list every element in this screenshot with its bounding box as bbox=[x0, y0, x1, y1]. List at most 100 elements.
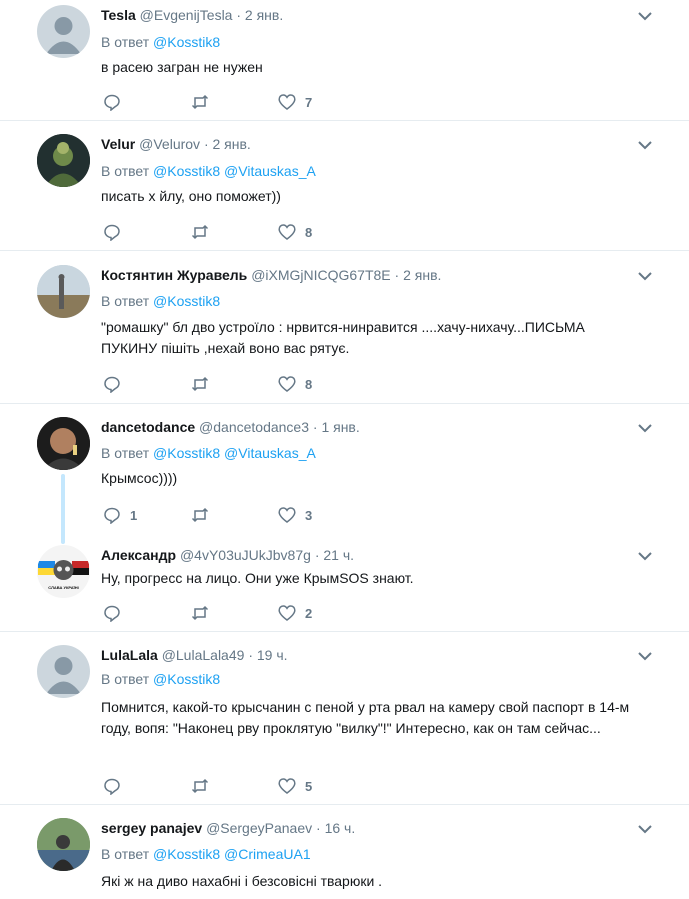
retweet-icon bbox=[191, 94, 209, 110]
author-handle[interactable]: @Velurov bbox=[139, 136, 200, 152]
reply-context: В ответ @Kosstik8 @CrimeaUA1 bbox=[101, 846, 311, 862]
avatar-caption: СЛАВА УКРАЇНІ bbox=[48, 585, 79, 590]
tweet-text: писать х йлу, оно поможет)) bbox=[101, 188, 281, 204]
avatar[interactable]: СЛАВА УКРАЇНІ bbox=[37, 545, 90, 598]
like-icon bbox=[278, 507, 296, 523]
retweet-button[interactable] bbox=[191, 505, 209, 525]
reply-icon bbox=[104, 778, 120, 795]
like-icon bbox=[278, 778, 296, 794]
reply-button[interactable] bbox=[103, 603, 130, 623]
like-count: 7 bbox=[305, 94, 313, 110]
chevron-down-icon[interactable] bbox=[637, 9, 653, 23]
author-handle[interactable]: @LulaLala49 bbox=[162, 647, 245, 663]
like-icon bbox=[278, 605, 296, 621]
reply-context: В ответ @Kosstik8 @Vitauskas_A bbox=[101, 163, 316, 179]
chevron-down-icon[interactable] bbox=[637, 269, 653, 283]
reply-button[interactable]: 1 bbox=[103, 505, 137, 525]
author-name[interactable]: Александр bbox=[101, 547, 176, 563]
tweet-text: Які ж на диво нахабні і безсовісні тварю… bbox=[101, 873, 383, 889]
reply-button[interactable] bbox=[103, 374, 130, 394]
tweet-text: "ромашку" бл дво устроїло : нрвится-нинр… bbox=[101, 319, 585, 356]
tweet-text: Ну, прогресс на лицо. Они уже КрымSOS зн… bbox=[101, 570, 414, 586]
avatar[interactable] bbox=[37, 134, 90, 187]
avatar-default[interactable] bbox=[37, 645, 90, 698]
like-count: 2 bbox=[305, 605, 313, 621]
chevron-down-icon[interactable] bbox=[637, 822, 653, 836]
mention-link[interactable]: @Kosstik8 bbox=[153, 445, 220, 461]
avatar-default[interactable] bbox=[37, 5, 90, 58]
author-handle[interactable]: @4vY03uJUkJbv87g bbox=[180, 547, 311, 563]
like-count: 5 bbox=[305, 778, 313, 794]
author-name[interactable]: dancetodance bbox=[101, 419, 195, 435]
tweet[interactable]: sergey panajev @SergeyPanaev · 16 ч. В о… bbox=[0, 805, 689, 899]
tweet-time[interactable]: · 2 янв. bbox=[395, 267, 442, 283]
avatar[interactable] bbox=[37, 417, 90, 470]
reply-icon bbox=[104, 94, 120, 111]
tweet[interactable]: Костянтин Журавель @iXMGjNICQG67T8E · 2 … bbox=[0, 251, 689, 404]
chevron-down-icon[interactable] bbox=[637, 138, 653, 152]
reply-context: В ответ @Kosstik8 bbox=[101, 293, 221, 309]
tweet-time[interactable]: · 2 янв. bbox=[236, 7, 283, 23]
tweet[interactable]: Velur @Velurov · 2 янв. В ответ @Kosstik… bbox=[0, 121, 689, 251]
like-button[interactable]: 8 bbox=[278, 222, 312, 242]
mention-link[interactable]: @Kosstik8 bbox=[153, 293, 220, 309]
chevron-down-icon[interactable] bbox=[637, 421, 653, 435]
reply-button[interactable] bbox=[103, 92, 130, 112]
author-handle[interactable]: @dancetodance3 bbox=[199, 419, 309, 435]
mention-link[interactable]: @Vitauskas_A bbox=[224, 163, 316, 179]
reply-icon bbox=[104, 507, 120, 524]
reply-button[interactable] bbox=[103, 776, 130, 796]
like-count: 3 bbox=[305, 507, 313, 523]
retweet-button[interactable] bbox=[191, 603, 209, 623]
like-button[interactable]: 5 bbox=[278, 776, 312, 796]
tweet-time[interactable]: · 19 ч. bbox=[248, 647, 287, 663]
like-button[interactable]: 8 bbox=[278, 374, 312, 394]
mention-link[interactable]: @Kosstik8 bbox=[153, 671, 220, 687]
mention-link[interactable]: @Kosstik8 bbox=[153, 163, 220, 179]
reply-icon bbox=[104, 224, 120, 241]
tweet-text: Помнится, какой-то крысчанин с пеной у р… bbox=[101, 699, 630, 736]
reply-count: 1 bbox=[130, 507, 138, 523]
chevron-down-icon[interactable] bbox=[637, 549, 653, 563]
tweet-time[interactable]: · 2 янв. bbox=[204, 136, 251, 152]
like-count: 8 bbox=[305, 376, 313, 392]
chevron-down-icon[interactable] bbox=[637, 649, 653, 663]
retweet-button[interactable] bbox=[191, 92, 209, 112]
reply-icon bbox=[104, 605, 120, 622]
mention-link[interactable]: @Vitauskas_A bbox=[224, 445, 316, 461]
like-button[interactable]: 2 bbox=[278, 603, 312, 623]
author-name[interactable]: Костянтин Журавель bbox=[101, 267, 247, 283]
mention-link[interactable]: @Kosstik8 bbox=[153, 846, 220, 862]
tweet-time[interactable]: · 16 ч. bbox=[316, 820, 355, 836]
reply-context: В ответ @Kosstik8 @Vitauskas_A bbox=[101, 445, 316, 461]
tweet[interactable]: Tesla @EvgenijTesla · 2 янв. В ответ @Ko… bbox=[0, 0, 689, 121]
reply-button[interactable] bbox=[103, 222, 130, 242]
author-name[interactable]: sergey panajev bbox=[101, 820, 202, 836]
like-icon bbox=[278, 94, 296, 110]
mention-link[interactable]: @CrimeaUA1 bbox=[224, 846, 311, 862]
reply-context: В ответ @Kosstik8 bbox=[101, 34, 221, 50]
author-handle[interactable]: @iXMGjNICQG67T8E bbox=[251, 267, 390, 283]
tweet-time[interactable]: · 21 ч. bbox=[315, 547, 354, 563]
retweet-button[interactable] bbox=[191, 776, 209, 796]
mention-link[interactable]: @Kosstik8 bbox=[153, 34, 220, 50]
avatar[interactable] bbox=[37, 818, 90, 871]
tweet-time[interactable]: · 1 янв. bbox=[313, 419, 360, 435]
reply-context: В ответ @Kosstik8 bbox=[101, 671, 221, 687]
author-name[interactable]: Tesla bbox=[101, 7, 136, 23]
tweet[interactable]: LulaLala @LulaLala49 · 19 ч. В ответ @Ko… bbox=[0, 632, 689, 805]
like-icon bbox=[278, 224, 296, 240]
retweet-icon bbox=[191, 605, 209, 621]
like-button[interactable]: 3 bbox=[278, 505, 312, 525]
like-icon bbox=[278, 376, 296, 392]
avatar[interactable] bbox=[37, 265, 90, 318]
author-handle[interactable]: @EvgenijTesla bbox=[140, 7, 233, 23]
like-button[interactable]: 7 bbox=[278, 92, 312, 112]
author-name[interactable]: LulaLala bbox=[101, 647, 158, 663]
retweet-icon bbox=[191, 507, 209, 523]
author-name[interactable]: Velur bbox=[101, 136, 135, 152]
retweet-button[interactable] bbox=[191, 222, 209, 242]
retweet-button[interactable] bbox=[191, 374, 209, 394]
tweet-text: Крымсос)))) bbox=[101, 470, 178, 486]
author-handle[interactable]: @SergeyPanaev bbox=[206, 820, 312, 836]
